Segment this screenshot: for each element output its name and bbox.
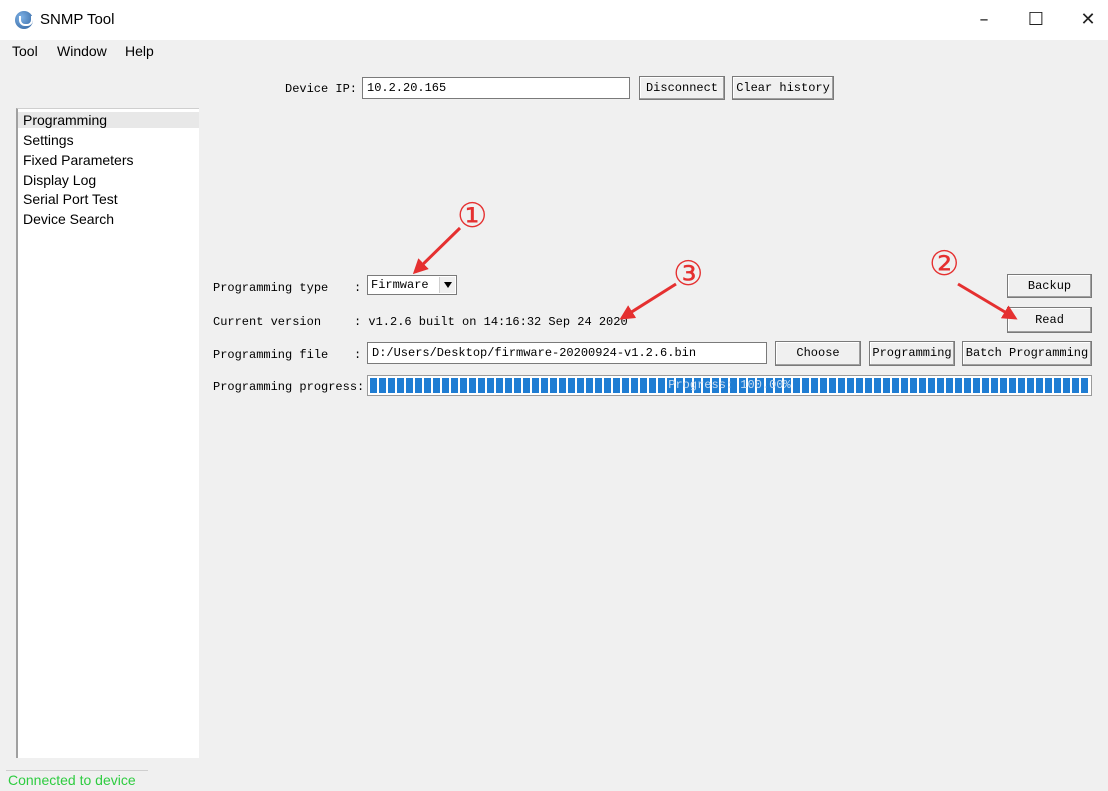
programming-progress-bar: Progress: 100.00% bbox=[367, 375, 1092, 396]
menu-help[interactable]: Help bbox=[125, 43, 154, 59]
read-button[interactable]: Read bbox=[1007, 307, 1092, 333]
sidebar-item-serial-port-test[interactable]: Serial Port Test bbox=[23, 191, 118, 207]
programming-type-colon: : bbox=[354, 281, 362, 295]
programming-button[interactable]: Programming bbox=[869, 341, 955, 366]
menu-bar: Tool Window Help bbox=[0, 40, 1108, 63]
close-button[interactable]: ✕ bbox=[1066, 4, 1108, 36]
maximize-button[interactable]: ☐ bbox=[1014, 4, 1058, 36]
progress-text: Progress: 100.00% bbox=[668, 378, 791, 392]
sidebar-item-display-log[interactable]: Display Log bbox=[23, 172, 96, 188]
current-version-value: : v1.2.6 built on 14:16:32 Sep 24 2020 bbox=[354, 315, 628, 329]
device-ip-label: Device IP: bbox=[285, 82, 358, 96]
sidebar-item-fixed-parameters[interactable]: Fixed Parameters bbox=[23, 152, 133, 168]
programming-type-select[interactable]: Firmware bbox=[367, 275, 457, 295]
programming-file-input[interactable]: D:/Users/Desktop/firmware-20200924-v1.2.… bbox=[367, 342, 767, 364]
status-divider bbox=[6, 770, 148, 771]
sidebar-item-settings[interactable]: Settings bbox=[23, 132, 74, 148]
clear-history-button[interactable]: Clear history bbox=[732, 76, 834, 100]
annotation-marker-2: ② bbox=[929, 244, 960, 284]
disconnect-button[interactable]: Disconnect bbox=[639, 76, 725, 100]
sidebar-item-device-search[interactable]: Device Search bbox=[23, 211, 114, 227]
app-logo-icon bbox=[15, 11, 33, 29]
backup-button[interactable]: Backup bbox=[1007, 274, 1092, 298]
chevron-down-icon[interactable] bbox=[439, 277, 455, 293]
programming-file-colon: : bbox=[354, 348, 362, 362]
minimize-button[interactable]: – bbox=[962, 4, 1006, 36]
menu-tool[interactable]: Tool bbox=[12, 43, 38, 59]
title-bar: SNMP Tool – ☐ ✕ bbox=[0, 0, 1108, 40]
current-version-label: Current version bbox=[213, 315, 322, 329]
device-ip-input[interactable]: 10.2.20.165 bbox=[362, 77, 630, 99]
programming-file-label: Programming file bbox=[213, 348, 329, 362]
window-title: SNMP Tool bbox=[40, 11, 115, 28]
menu-window[interactable]: Window bbox=[57, 43, 107, 59]
batch-programming-button[interactable]: Batch Programming bbox=[962, 341, 1092, 366]
sidebar-nav: Programming Settings Fixed Parameters Di… bbox=[16, 108, 199, 758]
programming-type-value: Firmware bbox=[371, 278, 429, 292]
annotation-marker-1: ① bbox=[457, 196, 488, 236]
programming-type-label: Programming type bbox=[213, 281, 329, 295]
choose-button[interactable]: Choose bbox=[775, 341, 861, 366]
status-text: Connected to device bbox=[8, 772, 136, 788]
sidebar-item-programming[interactable]: Programming bbox=[18, 112, 199, 128]
annotation-marker-3: ③ bbox=[673, 254, 704, 294]
programming-progress-label: Programming progress: bbox=[213, 380, 365, 394]
